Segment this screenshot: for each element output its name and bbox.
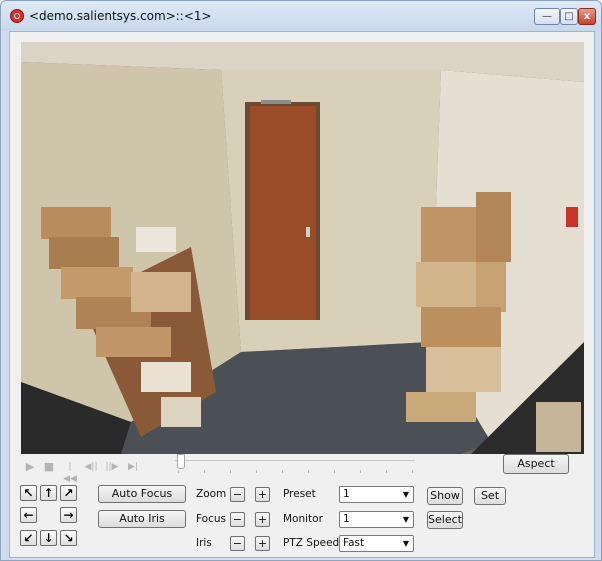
ptz-down-button[interactable]: ↓ xyxy=(40,530,57,546)
camera-video-view[interactable] xyxy=(21,42,584,454)
set-preset-button[interactable]: Set xyxy=(474,487,506,505)
slider-tick xyxy=(360,470,361,473)
select-monitor-button[interactable]: Select xyxy=(427,511,463,529)
minimize-button[interactable]: — xyxy=(534,8,560,25)
slider-tick xyxy=(256,470,257,473)
show-preset-button[interactable]: Show xyxy=(427,487,463,505)
zoom-out-button[interactable]: − xyxy=(230,487,245,502)
play-button[interactable]: ▶ xyxy=(24,461,36,473)
chevron-down-icon: ▼ xyxy=(402,539,409,548)
monitor-label: Monitor xyxy=(283,513,323,525)
slider-tick xyxy=(334,470,335,473)
ptz-speed-value: Fast xyxy=(343,537,365,549)
app-window: <demo.salientsys.com>::<1> — □ x ▶ ■ |◀◀… xyxy=(0,0,602,561)
skip-to-start-button[interactable]: |◀◀ xyxy=(62,461,78,484)
slider-tick xyxy=(204,470,205,473)
ptz-speed-select[interactable]: Fast ▼ xyxy=(339,535,414,552)
step-forward-button[interactable]: ||▶ xyxy=(104,461,120,473)
ptz-speed-label: PTZ Speed xyxy=(283,537,340,549)
focus-label: Focus xyxy=(196,513,226,525)
slider-tick xyxy=(308,470,309,473)
step-back-button[interactable]: ◀|| xyxy=(83,461,99,473)
zoom-label: Zoom xyxy=(196,488,227,500)
app-logo-icon xyxy=(10,9,24,23)
slider-tick xyxy=(282,470,283,473)
chevron-down-icon: ▼ xyxy=(402,490,409,499)
close-button[interactable]: x xyxy=(578,8,596,25)
title-bar[interactable]: <demo.salientsys.com>::<1> — □ x xyxy=(1,1,601,31)
auto-focus-button[interactable]: Auto Focus xyxy=(98,485,186,503)
ptz-up-left-button[interactable]: ↖ xyxy=(20,485,37,501)
slider-track-line xyxy=(175,460,415,461)
maximize-button[interactable]: □ xyxy=(560,8,578,25)
slider-tick xyxy=(230,470,231,473)
zoom-in-button[interactable]: + xyxy=(255,487,270,502)
iris-open-button[interactable]: + xyxy=(255,536,270,551)
ptz-up-right-button[interactable]: ↗ xyxy=(60,485,77,501)
camera-frame-image xyxy=(21,42,584,454)
skip-to-end-button[interactable]: ▶| xyxy=(125,461,141,473)
monitor-select[interactable]: 1 ▼ xyxy=(339,511,414,528)
chevron-down-icon: ▼ xyxy=(402,515,409,524)
playback-position-slider[interactable] xyxy=(175,454,415,478)
slider-thumb[interactable] xyxy=(177,454,185,469)
auto-iris-button[interactable]: Auto Iris xyxy=(98,510,186,528)
ptz-down-right-button[interactable]: ↘ xyxy=(60,530,77,546)
slider-tick xyxy=(178,470,179,473)
slider-tick xyxy=(386,470,387,473)
client-area: ▶ ■ |◀◀ ◀|| ||▶ ▶| Aspect ↖ ↑ ↗ ← → ↙ ↓ … xyxy=(9,31,595,558)
ptz-down-left-button[interactable]: ↙ xyxy=(20,530,37,546)
ptz-right-button[interactable]: → xyxy=(60,507,77,523)
ptz-left-button[interactable]: ← xyxy=(20,507,37,523)
aspect-button[interactable]: Aspect xyxy=(503,454,569,474)
slider-tick xyxy=(412,470,413,473)
stop-button[interactable]: ■ xyxy=(43,461,55,473)
window-title: <demo.salientsys.com>::<1> xyxy=(29,9,212,23)
preset-label: Preset xyxy=(283,488,316,500)
focus-near-button[interactable]: − xyxy=(230,512,245,527)
iris-close-button[interactable]: − xyxy=(230,536,245,551)
iris-label: Iris xyxy=(196,537,212,549)
focus-far-button[interactable]: + xyxy=(255,512,270,527)
preset-select[interactable]: 1 ▼ xyxy=(339,486,414,503)
preset-value: 1 xyxy=(343,488,350,500)
ptz-up-button[interactable]: ↑ xyxy=(40,485,57,501)
monitor-value: 1 xyxy=(343,513,350,525)
